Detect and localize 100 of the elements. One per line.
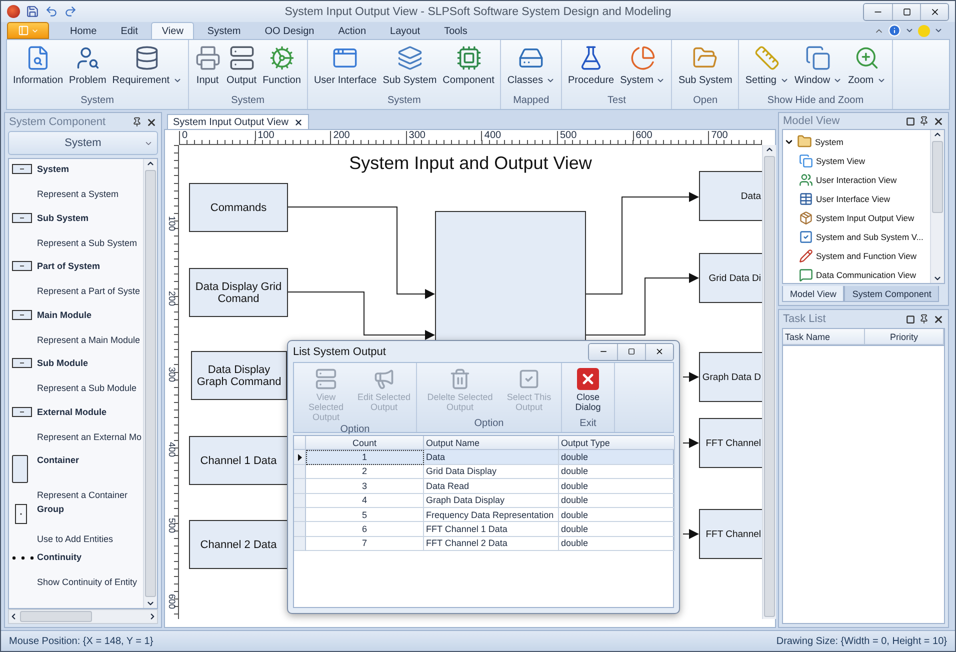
scroll-up-icon[interactable] — [933, 130, 942, 139]
row-header-cell[interactable] — [294, 450, 306, 465]
component-item[interactable]: Group Use to Add Entities — [9, 498, 143, 547]
ribbon-button[interactable]: Input — [192, 43, 223, 95]
component-item[interactable]: Part of System Represent a Part of Syste — [9, 256, 143, 304]
category-dropdown[interactable]: System — [8, 131, 158, 155]
dialog-ribbon-button[interactable]: Close Dialog — [566, 366, 610, 418]
table-row[interactable]: 2 Grid Data Display double — [294, 464, 673, 480]
table-row[interactable]: 3 Data Read double — [294, 479, 673, 494]
vertical-scrollbar[interactable] — [762, 145, 776, 619]
scroll-down-icon[interactable] — [146, 599, 155, 608]
undo-icon[interactable] — [45, 5, 58, 18]
row-header-cell[interactable] — [294, 522, 306, 537]
scroll-right-icon[interactable] — [148, 612, 157, 621]
scroll-left-icon[interactable] — [9, 612, 18, 621]
ribbon-tab[interactable]: Home — [59, 22, 108, 39]
close-icon[interactable] — [933, 314, 944, 324]
ribbon-button[interactable]: Problem — [67, 43, 108, 95]
save-icon[interactable] — [26, 5, 39, 18]
ribbon-button[interactable]: User Interface — [312, 43, 379, 95]
ribbon-tab[interactable]: System — [196, 22, 252, 39]
ribbon-button[interactable]: Sub System — [676, 43, 734, 95]
scrollbar-thumb[interactable] — [932, 141, 943, 213]
scrollbar-thumb[interactable] — [20, 611, 92, 622]
maximize-button[interactable] — [617, 344, 645, 360]
application-menu-button[interactable] — [7, 22, 49, 39]
scroll-up-icon[interactable] — [146, 159, 155, 168]
ribbon-tab[interactable]: Layout — [379, 22, 432, 39]
scroll-down-icon[interactable] — [933, 274, 942, 283]
document-tab[interactable]: System Input Output View — [167, 114, 310, 129]
tree-item[interactable]: System and Sub System V... — [783, 227, 930, 246]
ribbon-button[interactable]: Function — [260, 43, 303, 95]
row-header-cell[interactable] — [294, 508, 306, 522]
zoom-icon — [854, 45, 880, 71]
close-button[interactable] — [645, 344, 673, 360]
scrollbar-thumb[interactable] — [764, 156, 775, 617]
gear-icon — [268, 45, 295, 71]
restore-icon[interactable] — [906, 314, 915, 324]
ribbon-button[interactable]: System — [618, 43, 668, 95]
component-item[interactable]: External Module Represent an External Mo — [9, 402, 143, 450]
table-row[interactable]: 7 FFT Channel 2 Data double — [294, 536, 673, 552]
table-row[interactable]: 5 Frequency Data Representation double — [294, 508, 673, 522]
tree-item[interactable]: Data Communication View — [783, 265, 930, 283]
ribbon-tab[interactable]: Edit — [110, 22, 149, 39]
row-header-cell[interactable] — [294, 536, 306, 552]
column-header[interactable]: Output Name — [424, 436, 559, 450]
row-header-cell[interactable] — [294, 479, 306, 494]
tree-item[interactable]: System and Function View — [783, 246, 930, 265]
component-item[interactable]: Sub Module Represent a Sub Module — [9, 353, 143, 402]
ribbon-button[interactable]: Zoom — [846, 43, 888, 95]
component-item[interactable]: Sub System Represent a Sub System — [9, 208, 143, 256]
scrollbar-thumb[interactable] — [145, 170, 156, 597]
column-header[interactable]: Output Type — [559, 436, 675, 450]
vertical-scrollbar[interactable] — [143, 159, 157, 608]
tree-item[interactable]: System — [783, 132, 930, 151]
column-header[interactable]: Priority — [865, 329, 944, 345]
ribbon-button[interactable]: Component — [440, 43, 496, 95]
table-row[interactable]: 1 Data double — [294, 450, 673, 465]
ribbon-tab[interactable]: Action — [327, 22, 378, 39]
panel-tab[interactable]: System Component — [844, 286, 940, 302]
panel-tab[interactable]: Model View — [782, 286, 844, 302]
tree-item[interactable]: User Interface View — [783, 189, 930, 208]
horizontal-scrollbar[interactable] — [8, 609, 158, 624]
ribbon-button[interactable]: Classes — [505, 43, 557, 95]
component-item[interactable]: Main Module Represent a Main Module — [9, 304, 143, 353]
maximize-button[interactable] — [892, 4, 920, 20]
ribbon-button[interactable]: Sub System — [380, 43, 439, 95]
tree-item[interactable]: User Interaction View — [783, 170, 930, 189]
row-header-cell[interactable] — [294, 464, 306, 480]
ribbon-button[interactable]: Setting — [743, 43, 790, 95]
redo-icon[interactable] — [64, 5, 77, 18]
ribbon-button[interactable]: Window — [792, 43, 844, 95]
pin-icon[interactable] — [132, 117, 142, 127]
info-icon[interactable] — [888, 24, 901, 37]
tree-item[interactable]: System View — [783, 151, 930, 170]
close-icon[interactable] — [146, 116, 157, 128]
pin-icon[interactable] — [919, 116, 929, 126]
tree-item[interactable]: System Input Output View — [783, 208, 930, 227]
table-row[interactable]: 6 FFT Channel 1 Data double — [294, 522, 673, 537]
ribbon-button[interactable]: Output — [224, 43, 259, 95]
row-header-cell[interactable] — [294, 494, 306, 508]
component-item[interactable]: System Represent a System — [9, 159, 143, 208]
scroll-up-icon[interactable] — [765, 145, 774, 154]
close-icon[interactable] — [294, 118, 304, 126]
close-button[interactable] — [920, 4, 948, 20]
pin-icon[interactable] — [919, 314, 929, 324]
ribbon-button[interactable]: Procedure — [566, 43, 616, 95]
ribbon-tab[interactable]: Tools — [433, 22, 478, 39]
ribbon-button[interactable]: Requirement — [110, 43, 184, 95]
vertical-scrollbar[interactable] — [930, 130, 944, 283]
column-header[interactable]: Count — [306, 436, 424, 450]
component-item[interactable]: Continuity Show Continuity of Entity — [9, 547, 143, 596]
restore-icon[interactable] — [906, 116, 915, 126]
ribbon-tab[interactable]: View — [150, 22, 194, 39]
ribbon-button[interactable]: Information — [11, 43, 66, 95]
component-item[interactable]: Container Represent a Container — [9, 450, 143, 498]
table-row[interactable]: 4 Graph Data Display double — [294, 494, 673, 508]
ribbon-tab[interactable]: OO Design — [254, 22, 326, 39]
column-header[interactable]: Task Name — [783, 329, 865, 345]
close-icon[interactable] — [933, 116, 944, 126]
